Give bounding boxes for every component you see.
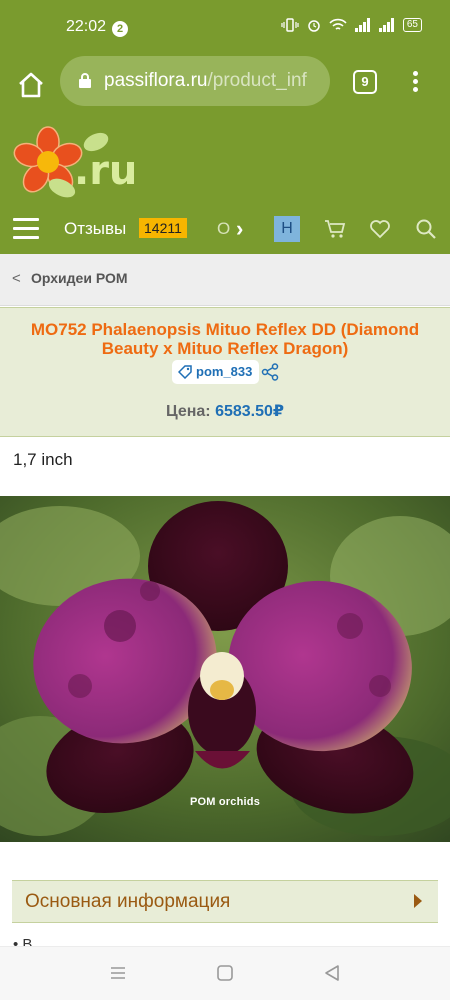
browser-menu-icon[interactable] bbox=[405, 68, 425, 96]
home-button-icon[interactable] bbox=[215, 963, 235, 983]
url-domain: passiflora.ru bbox=[104, 70, 208, 91]
status-time: 22:02 bbox=[66, 18, 107, 35]
price-value: 6583.50₽ bbox=[215, 403, 285, 420]
share-icon[interactable] bbox=[261, 363, 279, 381]
logo-text: .ru bbox=[74, 148, 137, 194]
product-photo[interactable]: POM orchids bbox=[0, 496, 450, 842]
product-title: MO752 Phalaenopsis Mituo Reflex DD (Diam… bbox=[30, 320, 420, 358]
vibrate-icon bbox=[281, 18, 299, 32]
back-icon[interactable] bbox=[322, 963, 342, 983]
system-nav-bar bbox=[0, 946, 450, 1000]
notification-badge: 2 bbox=[112, 21, 128, 37]
price-label: Цена: bbox=[165, 403, 211, 420]
cart-icon[interactable] bbox=[324, 218, 346, 240]
breadcrumb-label[interactable]: Орхидеи РОМ bbox=[31, 270, 128, 286]
status-icons: 65 bbox=[281, 18, 422, 32]
url-path: /product_inf bbox=[207, 70, 307, 91]
signal-icon bbox=[354, 18, 371, 32]
info-section-title: Основная информация bbox=[25, 891, 231, 912]
hamburger-menu-icon[interactable] bbox=[13, 218, 39, 240]
product-header: MO752 Phalaenopsis Mituo Reflex DD (Diam… bbox=[0, 307, 450, 437]
alarm-icon bbox=[308, 20, 320, 32]
lock-icon bbox=[79, 73, 91, 88]
orchid-photo bbox=[0, 496, 450, 842]
tab-switcher-button[interactable]: 9 bbox=[353, 70, 377, 94]
info-text-partial: • В bbox=[13, 936, 33, 946]
heart-icon[interactable] bbox=[369, 218, 391, 240]
signal-icon-2 bbox=[378, 18, 395, 32]
price-row: Цена: 6583.50₽ bbox=[0, 401, 450, 421]
recent-apps-icon[interactable] bbox=[108, 963, 128, 983]
info-section-toggle[interactable]: Основная информация bbox=[12, 880, 438, 923]
reviews-count-badge: 14211 bbox=[139, 218, 187, 238]
chevron-left-icon: < bbox=[12, 270, 21, 287]
sku-tag[interactable]: pom_833 bbox=[172, 360, 260, 384]
search-icon[interactable] bbox=[415, 218, 437, 240]
triangle-right-icon bbox=[414, 894, 422, 908]
site-logo[interactable]: .ru bbox=[12, 124, 142, 214]
url-text: passiflora.ru/product_inf bbox=[104, 70, 307, 92]
site-nav: Отзывы 14211 О › Н bbox=[0, 214, 450, 244]
address-bar[interactable]: passiflora.ru/product_inf bbox=[60, 56, 330, 106]
wifi-icon bbox=[329, 18, 347, 30]
nav-scroll-right-icon[interactable]: › bbox=[236, 216, 243, 242]
nav-next-item[interactable]: О bbox=[217, 219, 230, 239]
browser-toolbar: passiflora.ru/product_inf 9 bbox=[0, 56, 450, 114]
battery-indicator: 65 bbox=[402, 18, 422, 32]
site-header: .ru Отзывы 14211 О › Н bbox=[0, 114, 450, 254]
breadcrumb[interactable]: < Орхидеи РОМ bbox=[0, 254, 450, 306]
status-bar: 22:02 2 65 bbox=[0, 0, 450, 56]
nav-reviews-link[interactable]: Отзывы bbox=[64, 219, 126, 239]
home-icon[interactable] bbox=[16, 70, 46, 100]
language-button[interactable]: Н bbox=[274, 216, 300, 242]
photo-watermark: POM orchids bbox=[189, 796, 261, 808]
product-size: 1,7 inch bbox=[13, 450, 73, 469]
sku-text: pom_833 bbox=[196, 364, 253, 379]
tag-icon bbox=[178, 365, 192, 379]
